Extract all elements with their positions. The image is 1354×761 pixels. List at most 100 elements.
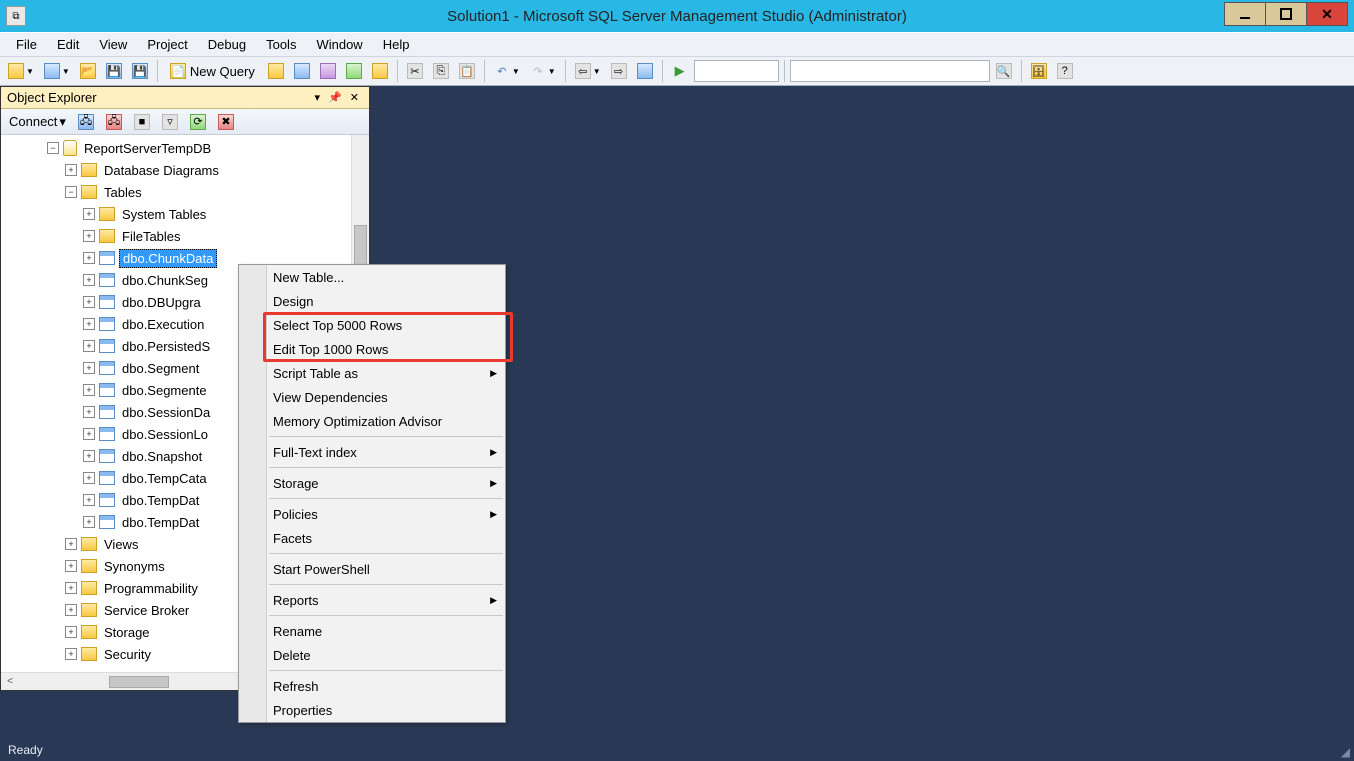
expand-icon[interactable]: + <box>65 582 77 594</box>
activity-button[interactable] <box>633 59 657 83</box>
expand-icon[interactable]: + <box>65 560 77 572</box>
connect-button[interactable]: Connect▾ <box>5 114 70 130</box>
minimize-button[interactable] <box>1224 2 1266 26</box>
pin-icon[interactable]: 📌 <box>328 91 342 104</box>
expand-icon[interactable]: + <box>83 274 95 286</box>
open-button[interactable]: 📂 <box>76 59 100 83</box>
mdx-query-button[interactable] <box>290 59 314 83</box>
cm-powershell[interactable]: Start PowerShell <box>239 557 505 581</box>
disconnect-button[interactable]: 🖧 <box>102 110 126 134</box>
help-button[interactable]: ? <box>1053 59 1077 83</box>
dmx-query-button[interactable] <box>316 59 340 83</box>
expand-icon[interactable]: + <box>65 538 77 550</box>
cm-design[interactable]: Design <box>239 289 505 313</box>
expand-icon[interactable]: + <box>83 406 95 418</box>
nav-back-button[interactable]: ⇦▼ <box>571 59 605 83</box>
menu-window[interactable]: Window <box>306 35 372 54</box>
expand-icon[interactable]: + <box>65 626 77 638</box>
expand-icon[interactable]: + <box>83 384 95 396</box>
cm-edit-top[interactable]: Edit Top 1000 Rows <box>239 337 505 361</box>
expand-icon[interactable]: + <box>83 230 95 242</box>
cm-facets[interactable]: Facets <box>239 526 505 550</box>
paste-button[interactable]: 📋 <box>455 59 479 83</box>
cm-select-top[interactable]: Select Top 5000 Rows <box>239 313 505 337</box>
cm-policies[interactable]: Policies▶ <box>239 502 505 526</box>
connect-label: Connect <box>9 114 57 129</box>
cm-properties[interactable]: Properties <box>239 698 505 722</box>
expand-icon[interactable]: + <box>65 648 77 660</box>
registered-servers-button[interactable]: 🗄 <box>1027 59 1051 83</box>
expand-icon[interactable]: + <box>83 296 95 308</box>
new-project-button[interactable]: ▼ <box>4 59 38 83</box>
tree-label: Security <box>101 646 154 663</box>
expand-icon[interactable]: + <box>83 340 95 352</box>
stop-button[interactable]: ■ <box>130 110 154 134</box>
collapse-icon[interactable]: − <box>65 186 77 198</box>
redo-button[interactable]: ↷▼ <box>526 59 560 83</box>
tree-label: Programmability <box>101 580 201 597</box>
connect-server-button[interactable]: 🖧 <box>74 110 98 134</box>
save-all-button[interactable]: 💾 <box>128 59 152 83</box>
start-debug-button[interactable]: ▶ <box>668 59 692 83</box>
expand-icon[interactable]: + <box>65 604 77 616</box>
resize-grip-icon[interactable]: ◢ <box>1341 745 1350 759</box>
cm-reports[interactable]: Reports▶ <box>239 588 505 612</box>
analysis-query-button[interactable] <box>368 59 392 83</box>
cancel-refresh-button[interactable]: ✖ <box>214 110 238 134</box>
search-combo[interactable] <box>790 60 990 82</box>
expand-icon[interactable]: + <box>83 494 95 506</box>
refresh-button[interactable]: ⟳ <box>186 110 210 134</box>
cm-script-table[interactable]: Script Table as▶ <box>239 361 505 385</box>
expand-icon[interactable]: + <box>83 252 95 264</box>
close-panel-icon[interactable]: ✕ <box>350 91 359 104</box>
tree-folder-node[interactable]: +System Tables <box>1 203 351 225</box>
tree-db-node[interactable]: −ReportServerTempDB <box>1 137 351 159</box>
menu-debug[interactable]: Debug <box>198 35 256 54</box>
filter-button[interactable]: ▿ <box>158 110 182 134</box>
menu-edit[interactable]: Edit <box>47 35 89 54</box>
expand-icon[interactable]: + <box>83 318 95 330</box>
cm-mem-opt[interactable]: Memory Optimization Advisor <box>239 409 505 433</box>
menu-help[interactable]: Help <box>373 35 420 54</box>
cm-storage[interactable]: Storage▶ <box>239 471 505 495</box>
tree-folder-node[interactable]: +Database Diagrams <box>1 159 351 181</box>
debug-config-combo[interactable] <box>694 60 779 82</box>
menu-view[interactable]: View <box>89 35 137 54</box>
tree-folder-node[interactable]: +FileTables <box>1 225 351 247</box>
close-button[interactable]: ✕ <box>1306 2 1348 26</box>
xmla-query-button[interactable] <box>342 59 366 83</box>
menu-file[interactable]: File <box>6 35 47 54</box>
cm-fulltext[interactable]: Full-Text index▶ <box>239 440 505 464</box>
expand-icon[interactable]: + <box>83 516 95 528</box>
save-button[interactable]: 💾 <box>102 59 126 83</box>
cm-refresh[interactable]: Refresh <box>239 674 505 698</box>
cm-new-table[interactable]: New Table... <box>239 265 505 289</box>
copy-button[interactable]: ⎘ <box>429 59 453 83</box>
cut-button[interactable]: ✂ <box>403 59 427 83</box>
scroll-left-icon[interactable]: < <box>1 676 19 687</box>
menu-tools[interactable]: Tools <box>256 35 306 54</box>
scrollbar-thumb[interactable] <box>109 676 169 688</box>
find-button[interactable]: 🔍 <box>992 59 1016 83</box>
menu-project[interactable]: Project <box>137 35 197 54</box>
nav-fwd-button[interactable]: ⇨ <box>607 59 631 83</box>
undo-button[interactable]: ↶▼ <box>490 59 524 83</box>
collapse-icon[interactable]: − <box>47 142 59 154</box>
cm-view-deps[interactable]: View Dependencies <box>239 385 505 409</box>
object-explorer-titlebar[interactable]: Object Explorer ▾ 📌 ✕ <box>1 87 369 109</box>
maximize-button[interactable] <box>1265 2 1307 26</box>
db-query-button[interactable] <box>264 59 288 83</box>
expand-icon[interactable]: + <box>83 208 95 220</box>
expand-icon[interactable]: + <box>83 450 95 462</box>
window-position-icon[interactable]: ▾ <box>315 91 321 104</box>
expand-icon[interactable]: + <box>83 428 95 440</box>
expand-icon[interactable]: + <box>83 362 95 374</box>
add-item-button[interactable]: ▼ <box>40 59 74 83</box>
cm-rename[interactable]: Rename <box>239 619 505 643</box>
cm-delete[interactable]: Delete <box>239 643 505 667</box>
submenu-arrow-icon: ▶ <box>490 509 497 520</box>
expand-icon[interactable]: + <box>83 472 95 484</box>
expand-icon[interactable]: + <box>65 164 77 176</box>
tree-folder-node[interactable]: −Tables <box>1 181 351 203</box>
new-query-button[interactable]: 📄New Query <box>163 59 262 83</box>
